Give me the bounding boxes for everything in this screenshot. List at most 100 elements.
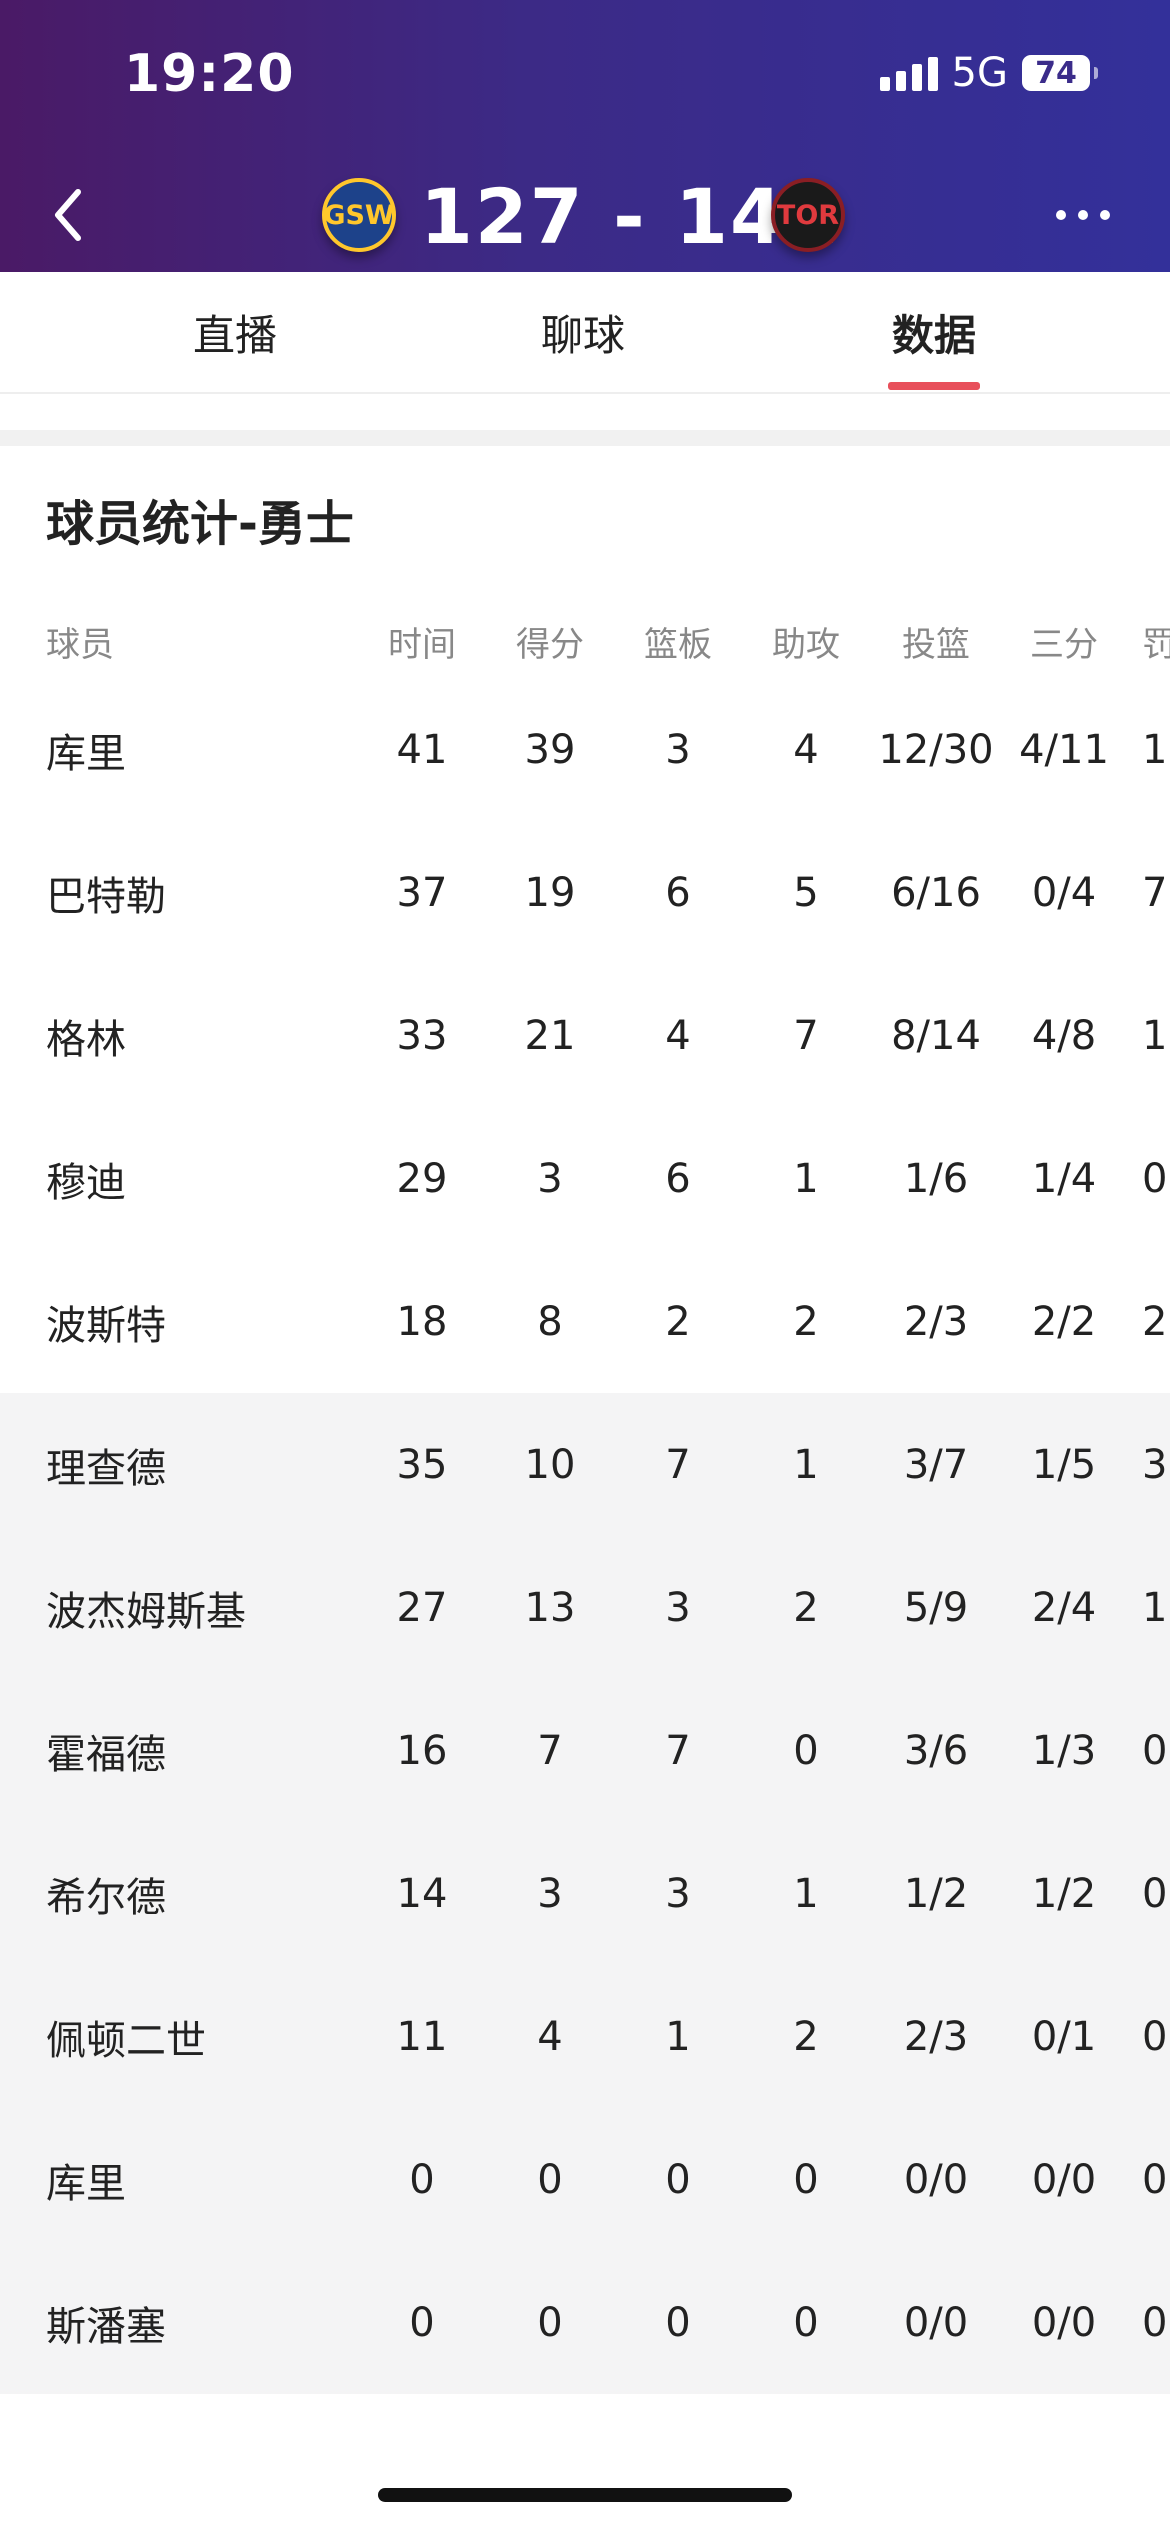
more-dots-icon[interactable] (1056, 210, 1110, 220)
active-tab-indicator (888, 382, 980, 390)
player-name[interactable]: 库里 (46, 678, 376, 821)
stat-assists: 1 (793, 1441, 819, 1488)
stat-rebounds: 7 (665, 1441, 691, 1488)
table-row[interactable]: 格林 33 21 4 7 8/14 4/8 1 (0, 964, 1170, 1107)
section-divider (0, 430, 1170, 446)
stat-field-goals: 1/2 (903, 1870, 969, 1917)
stat-points: 39 (524, 726, 576, 773)
tab-chat[interactable]: 聊球 (493, 302, 673, 363)
signal-icon (879, 55, 938, 91)
stat-free-throws: 1 (1142, 1584, 1168, 1631)
table-row[interactable]: 斯潘塞 0 0 0 0 0/0 0/0 0 (0, 2251, 1170, 2394)
stat-points: 4 (537, 2013, 563, 2060)
bottom-area (0, 2426, 1170, 2532)
stat-three-pointers: 0/0 (1031, 2156, 1097, 2203)
player-name[interactable]: 巴特勒 (46, 821, 376, 964)
table-row[interactable]: 库里 41 39 3 4 12/30 4/11 11 (0, 678, 1170, 821)
game-header: 19:20 5G 74 GSW 127 - 141 TOR (0, 0, 1170, 272)
home-team-logo[interactable]: GSW (322, 178, 396, 252)
stat-rebounds: 3 (665, 726, 691, 773)
stat-points: 0 (537, 2156, 563, 2203)
stat-free-throws: 0 (1142, 1155, 1168, 1202)
table-row[interactable]: 巴特勒 37 19 6 5 6/16 0/4 7 (0, 821, 1170, 964)
table-row[interactable]: 波斯特 18 8 2 2 2/3 2/2 2 (0, 1250, 1170, 1393)
stat-free-throws: 1 (1142, 1012, 1168, 1059)
stat-rebounds: 3 (665, 1870, 691, 1917)
home-indicator[interactable] (378, 2488, 792, 2502)
stat-three-pointers: 1/2 (1031, 1870, 1097, 1917)
away-team-logo[interactable]: TOR (771, 178, 845, 252)
player-name[interactable]: 佩顿二世 (46, 1965, 376, 2108)
stat-minutes: 41 (396, 726, 448, 773)
stat-assists: 5 (793, 869, 819, 916)
stat-free-throws: 3 (1142, 1441, 1168, 1488)
stat-rebounds: 0 (665, 2156, 691, 2203)
stat-three-pointers: 1/4 (1031, 1155, 1097, 1202)
stat-points: 21 (524, 1012, 576, 1059)
tab-stats[interactable]: 数据 (844, 302, 1024, 363)
stat-free-throws: 0 (1142, 1870, 1168, 1917)
stat-field-goals: 1/6 (903, 1155, 969, 1202)
stat-field-goals: 3/7 (903, 1441, 969, 1488)
table-row[interactable]: 波杰姆斯基 27 13 3 2 5/9 2/4 1 (0, 1536, 1170, 1679)
stat-three-pointers: 0/1 (1031, 2013, 1097, 2060)
status-indicators: 5G 74 (879, 50, 1098, 96)
stat-field-goals: 6/16 (891, 869, 981, 916)
stat-minutes: 0 (409, 2156, 435, 2203)
player-name[interactable]: 穆迪 (46, 1107, 376, 1250)
stat-field-goals: 2/3 (903, 2013, 969, 2060)
player-name[interactable]: 霍福德 (46, 1679, 376, 1822)
table-row[interactable]: 希尔德 14 3 3 1 1/2 1/2 0 (0, 1822, 1170, 1965)
stat-three-pointers: 2/4 (1031, 1584, 1097, 1631)
stat-rebounds: 4 (665, 1012, 691, 1059)
stat-minutes: 16 (396, 1727, 448, 1774)
table-row[interactable]: 佩顿二世 11 4 1 2 2/3 0/1 0 (0, 1965, 1170, 2108)
stat-assists: 2 (793, 2013, 819, 2060)
stat-minutes: 14 (396, 1870, 448, 1917)
stat-field-goals: 5/9 (903, 1584, 969, 1631)
stat-field-goals: 8/14 (891, 1012, 981, 1059)
stat-points: 19 (524, 869, 576, 916)
stat-assists: 1 (793, 1155, 819, 1202)
stat-three-pointers: 4/8 (1031, 1012, 1097, 1059)
player-name[interactable]: 波杰姆斯基 (46, 1536, 376, 1679)
stat-assists: 0 (793, 2156, 819, 2203)
stat-free-throws: 7 (1142, 869, 1168, 916)
stat-assists: 7 (793, 1012, 819, 1059)
stat-field-goals: 2/3 (903, 1298, 969, 1345)
table-row[interactable]: 理查德 35 10 7 1 3/7 1/5 3 (0, 1393, 1170, 1536)
stat-assists: 2 (793, 1298, 819, 1345)
stat-assists: 4 (793, 726, 819, 773)
stat-assists: 1 (793, 1870, 819, 1917)
stat-three-pointers: 4/11 (1019, 726, 1109, 773)
player-name[interactable]: 格林 (46, 964, 376, 1107)
player-name[interactable]: 波斯特 (46, 1250, 376, 1393)
stat-three-pointers: 0/0 (1031, 2299, 1097, 2346)
stat-field-goals: 0/0 (903, 2299, 969, 2346)
stat-free-throws: 0 (1142, 2013, 1168, 2060)
stat-free-throws: 2 (1142, 1298, 1168, 1345)
chevron-left-icon[interactable] (44, 180, 94, 250)
game-score: 127 - 141 (420, 172, 840, 261)
table-row[interactable]: 霍福德 16 7 7 0 3/6 1/3 0 (0, 1679, 1170, 1822)
table-row[interactable]: 库里 0 0 0 0 0/0 0/0 0 (0, 2108, 1170, 2251)
stat-rebounds: 2 (665, 1298, 691, 1345)
table-row[interactable]: 穆迪 29 3 6 1 1/6 1/4 0 (0, 1107, 1170, 1250)
player-name[interactable]: 希尔德 (46, 1822, 376, 1965)
stat-points: 10 (524, 1441, 576, 1488)
stat-minutes: 27 (396, 1584, 448, 1631)
section-title: 球员统计-勇士 (46, 496, 354, 552)
stat-three-pointers: 0/4 (1031, 869, 1097, 916)
stat-rebounds: 6 (665, 869, 691, 916)
stat-free-throws: 0 (1142, 1727, 1168, 1774)
player-name[interactable]: 库里 (46, 2108, 376, 2251)
player-name[interactable]: 理查德 (46, 1393, 376, 1536)
player-name[interactable]: 斯潘塞 (46, 2251, 376, 2394)
stat-points: 3 (537, 1155, 563, 1202)
status-time: 19:20 (124, 44, 295, 104)
stat-minutes: 18 (396, 1298, 448, 1345)
stat-three-pointers: 2/2 (1031, 1298, 1097, 1345)
tab-live[interactable]: 直播 (145, 302, 325, 363)
stat-minutes: 29 (396, 1155, 448, 1202)
stat-points: 13 (524, 1584, 576, 1631)
